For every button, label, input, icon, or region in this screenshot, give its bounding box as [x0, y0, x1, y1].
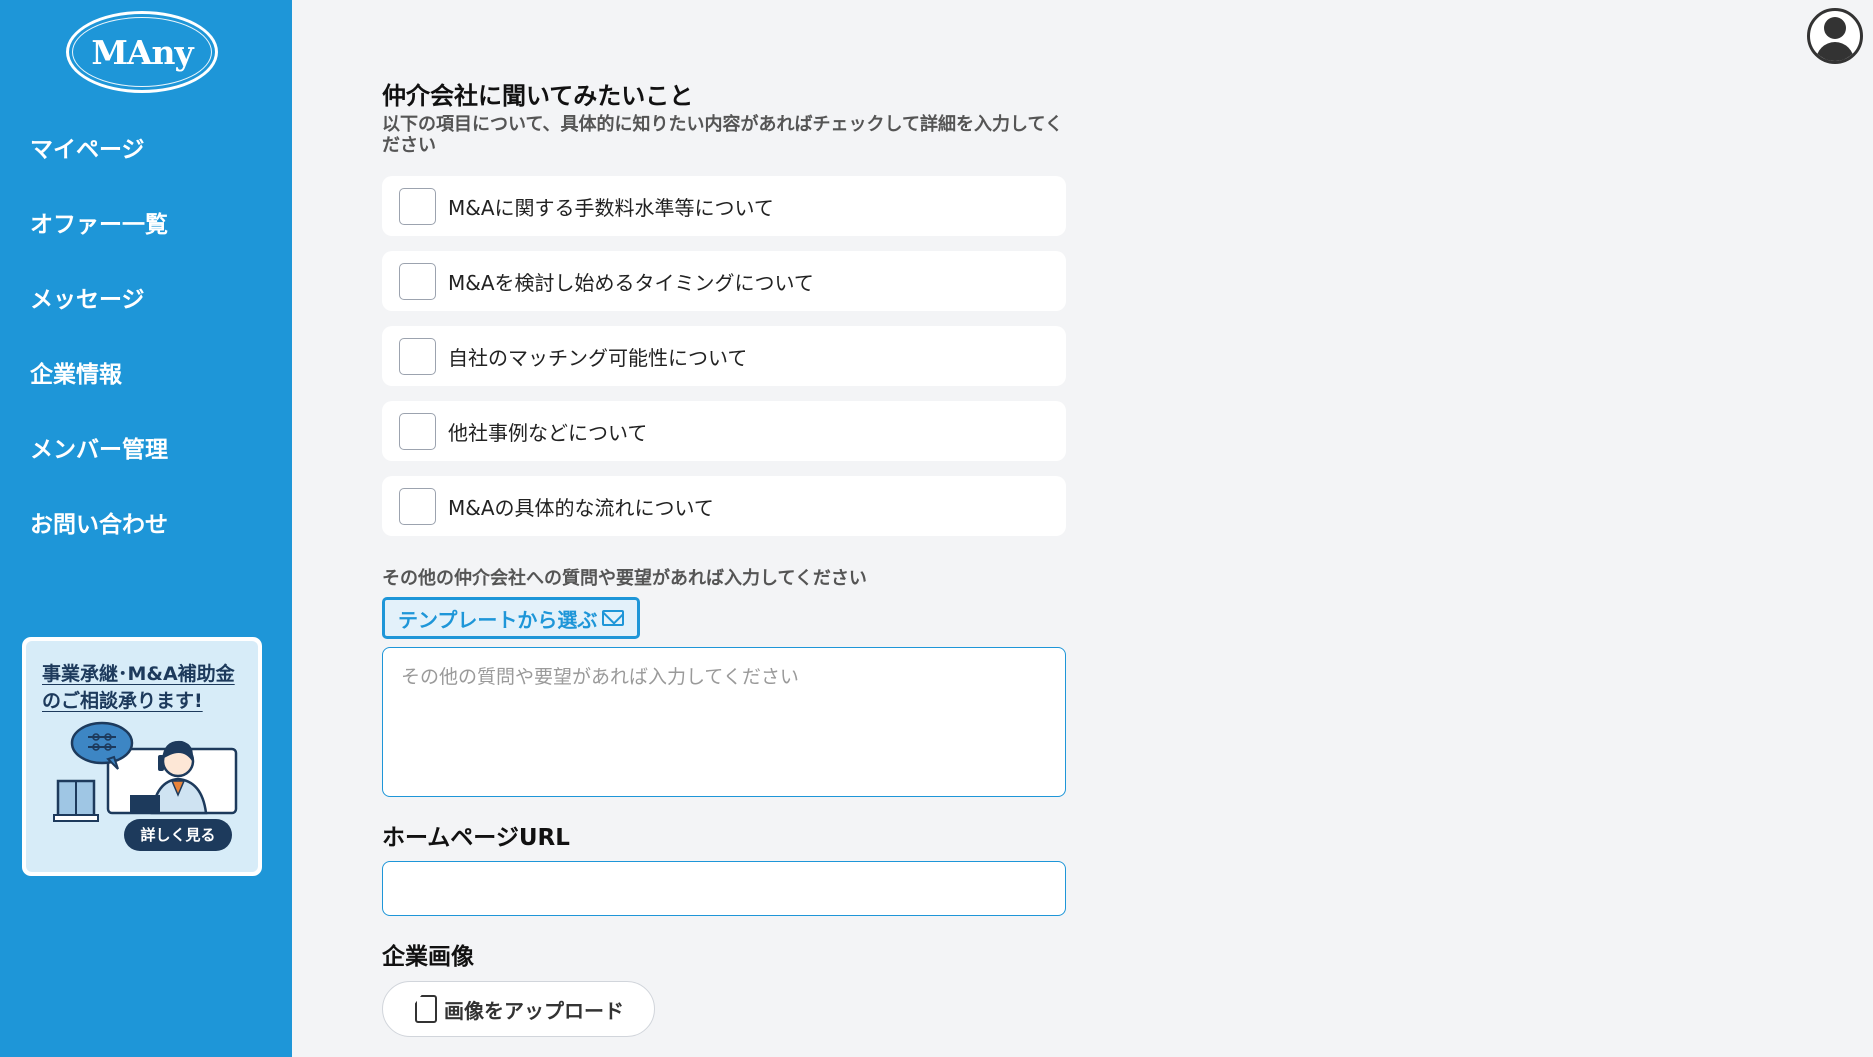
sidebar-item-mypage[interactable]: マイページ — [0, 123, 292, 198]
checkbox-label: 自社のマッチング可能性について — [448, 345, 748, 370]
homepage-field: ホームページURL — [382, 823, 1066, 916]
sidebar: MAny マイページ オファー一覧 メッセージ 企業情報 メンバー管理 お問い合… — [0, 0, 292, 1057]
checkbox-row-case-studies[interactable]: 他社事例などについて — [382, 401, 1066, 461]
checkbox[interactable] — [399, 487, 436, 525]
checkbox-label: M&Aの具体的な流れについて — [448, 495, 714, 520]
banner-title-line2: のご相談承ります! — [42, 690, 203, 712]
sidebar-item-contact[interactable]: お問い合わせ — [0, 498, 292, 573]
company-image-title: 企業画像 — [382, 944, 474, 970]
banner-details-button[interactable]: 詳しく見る — [124, 819, 232, 851]
checkbox-row-matching[interactable]: 自社のマッチング可能性について — [382, 326, 1066, 386]
upload-button-label: 画像をアップロード — [444, 998, 624, 1023]
company-image-field: 企業画像 画像をアップロード — [382, 942, 1066, 1037]
other-questions-textarea[interactable] — [382, 647, 1066, 797]
section-description: 以下の項目について、具体的に知りたい内容があればチェックして詳細を入力してくださ… — [382, 114, 1063, 156]
checkbox-label: 他社事例などについて — [448, 420, 648, 445]
checkbox-row-process[interactable]: M&Aの具体的な流れについて — [382, 476, 1066, 536]
subsidy-banner[interactable]: 事業承継･M&A補助金 のご相談承ります! 詳しく見る — [22, 637, 262, 876]
banner-body: 事業承継･M&A補助金 のご相談承ります! 詳しく見る — [26, 641, 258, 872]
checkbox-row-timing[interactable]: M&Aを検討し始めるタイミングについて — [382, 251, 1066, 311]
sidebar-nav: マイページ オファー一覧 メッセージ 企業情報 メンバー管理 お問い合わせ — [0, 123, 292, 573]
template-button-label: テンプレートから選ぶ — [398, 607, 598, 632]
sidebar-item-company-info[interactable]: 企業情報 — [0, 348, 292, 423]
user-avatar-icon[interactable] — [1807, 8, 1863, 64]
other-questions-label: その他の仲介会社への質問や要望があれば入力してください — [382, 568, 867, 589]
checkbox-label: M&Aを検討し始めるタイミングについて — [448, 270, 814, 295]
homepage-url-input[interactable] — [382, 861, 1066, 916]
envelope-icon — [602, 610, 625, 626]
checkbox[interactable] — [399, 337, 436, 375]
homepage-url-title: ホームページURL — [382, 825, 570, 851]
main-content: 仲介会社に聞いてみたいこと 以下の項目について、具体的に知りたい内容があればチェ… — [292, 0, 1873, 1057]
logo-text: MAny — [91, 32, 193, 72]
checkbox-label: M&Aに関する手数料水準等について — [448, 195, 774, 220]
checkbox[interactable] — [399, 412, 436, 450]
banner-title: 事業承継･M&A補助金 のご相談承ります! — [42, 661, 235, 715]
sidebar-item-offers[interactable]: オファー一覧 — [0, 198, 292, 273]
avatar-body — [1816, 42, 1854, 61]
sidebar-item-messages[interactable]: メッセージ — [0, 273, 292, 348]
section-title: 仲介会社に聞いてみたいこと — [382, 82, 694, 110]
inquiry-form: 仲介会社に聞いてみたいこと 以下の項目について、具体的に知りたい内容があればチェ… — [382, 78, 1066, 1037]
file-icon — [415, 995, 437, 1023]
consultant-illustration — [53, 721, 238, 822]
banner-title-line1: 事業承継･M&A補助金 — [42, 663, 235, 685]
checkbox-row-fees[interactable]: M&Aに関する手数料水準等について — [382, 176, 1066, 236]
avatar-head — [1824, 17, 1846, 39]
logo[interactable]: MAny — [66, 11, 218, 93]
checkbox[interactable] — [399, 262, 436, 300]
sidebar-item-members[interactable]: メンバー管理 — [0, 423, 292, 498]
upload-image-button[interactable]: 画像をアップロード — [382, 981, 655, 1037]
question-checkbox-list: M&Aに関する手数料水準等について M&Aを検討し始めるタイミングについて 自社… — [382, 176, 1066, 536]
checkbox[interactable] — [399, 187, 436, 225]
choose-template-button[interactable]: テンプレートから選ぶ — [382, 597, 641, 639]
